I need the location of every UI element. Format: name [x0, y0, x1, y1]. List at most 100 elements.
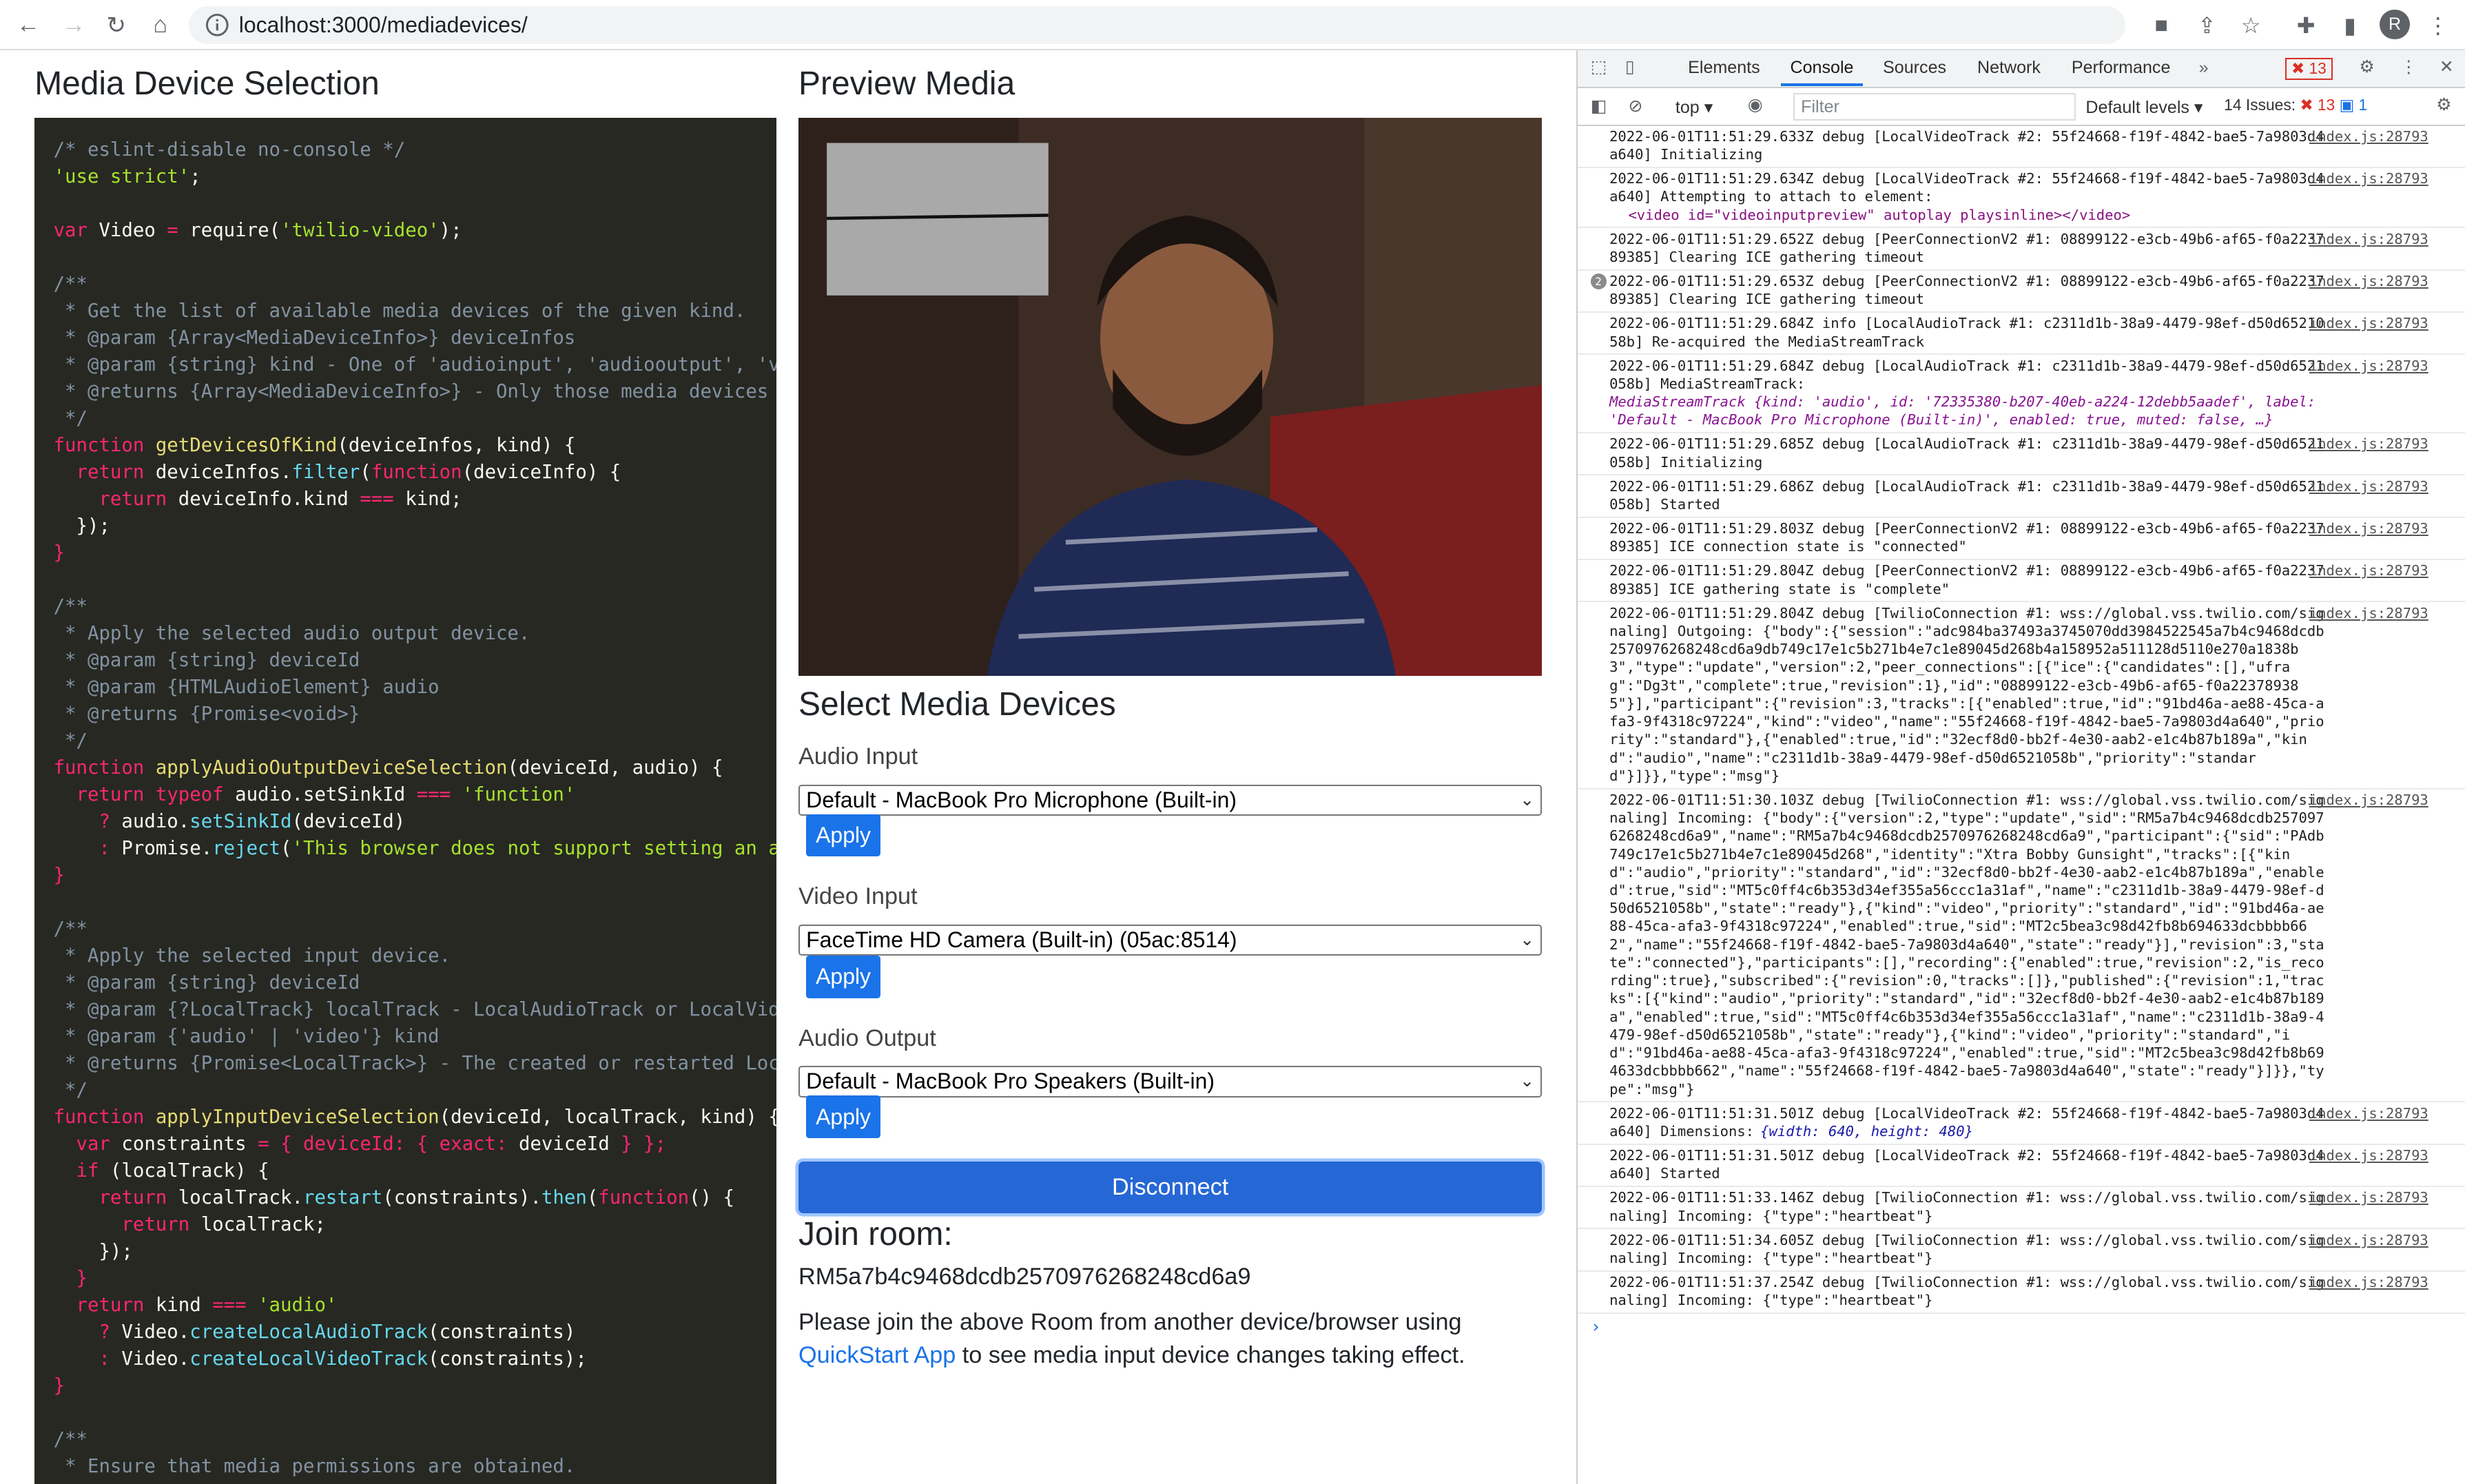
issues-button[interactable]: 14 Issues: ✖ 13 ▣ 1	[2224, 96, 2367, 114]
source-link[interactable]: index.js:28793	[2309, 1188, 2428, 1206]
clear-console-icon[interactable]: ⊘	[1628, 96, 1642, 116]
apply-audio-output-button[interactable]: Apply	[806, 1095, 880, 1138]
more-tabs-icon[interactable]: »	[2199, 58, 2209, 78]
code-token: * @returns {Promise<void>}	[53, 703, 360, 725]
home-icon[interactable]: ⌂	[145, 10, 176, 41]
forward-icon[interactable]: →	[58, 10, 90, 41]
video-input-select[interactable]: FaceTime HD Camera (Built-in) (05ac:8514…	[798, 924, 1543, 956]
profile-avatar[interactable]: R	[2380, 9, 2410, 40]
error-count-badge[interactable]: ✖ 13	[2285, 58, 2333, 80]
code-line: * @param {HTMLAudioElement} audio	[34, 674, 776, 701]
console-entry: 2022-06-01T11:51:29.804Z debug [TwilioCo…	[1578, 602, 2465, 790]
object-preview[interactable]: {width: 640, height: 480}	[1760, 1123, 1973, 1140]
filter-input[interactable]: Filter	[1793, 92, 2076, 121]
object-preview[interactable]: MediaStreamTrack {kind: 'audio', id: '72…	[1609, 393, 2324, 429]
code-line: }	[34, 862, 776, 889]
source-link[interactable]: index.js:28793	[2309, 477, 2428, 495]
code-token: .	[291, 1187, 303, 1209]
console-entry: 2022-06-01T11:51:33.146Z debug [TwilioCo…	[1578, 1187, 2465, 1230]
device-toolbar-icon[interactable]: ▯	[1625, 56, 1635, 77]
audio-output-select[interactable]: Default - MacBook Pro Speakers (Built-in…	[798, 1065, 1543, 1097]
source-link[interactable]: index.js:28793	[2309, 169, 2428, 187]
source-link[interactable]: index.js:28793	[2309, 1146, 2428, 1164]
source-link[interactable]: index.js:28793	[2309, 1231, 2428, 1249]
more-menu-icon[interactable]: ⋮	[2422, 10, 2454, 41]
bookmark-star-icon[interactable]: ☆	[2235, 10, 2267, 41]
context-select[interactable]: top ▾	[1675, 97, 1713, 118]
sidebar-toggle-icon[interactable]: ◧	[1591, 96, 1607, 116]
camera-icon[interactable]: ■	[2145, 10, 2177, 41]
code-line: * @param {?LocalTrack} localTrack - Loca…	[34, 996, 776, 1023]
info-icon[interactable]	[205, 12, 230, 38]
share-icon[interactable]: ⇪	[2191, 10, 2223, 41]
console-entry: 2022-06-01T11:51:29.804Z debug [PeerConn…	[1578, 560, 2465, 603]
code-token: (	[428, 1348, 440, 1370]
settings-icon[interactable]: ⚙	[2359, 56, 2374, 77]
source-link[interactable]: index.js:28793	[2309, 435, 2428, 453]
code-token: /**	[53, 1429, 87, 1451]
source-link[interactable]: index.js:28793	[2309, 561, 2428, 579]
code-token: ) {	[689, 757, 723, 779]
back-icon[interactable]: ←	[12, 10, 44, 41]
code-token: );	[564, 1348, 587, 1370]
code-token: var	[53, 220, 87, 242]
disconnect-button[interactable]: Disconnect	[798, 1162, 1543, 1214]
code-token: * @param {string} deviceId	[53, 650, 360, 672]
code-line: return deviceInfo.kind === kind;	[34, 486, 776, 513]
quickstart-link[interactable]: QuickStart App	[798, 1342, 956, 1368]
tab-console[interactable]: Console	[1780, 58, 1864, 86]
console-settings-icon[interactable]: ⚙	[2436, 94, 2451, 115]
source-link[interactable]: index.js:28793	[2309, 791, 2428, 809]
code-token: =	[167, 220, 178, 242]
console-message: 2022-06-01T11:51:34.605Z debug [TwilioCo…	[1609, 1231, 2324, 1266]
console-entry: 2022-06-01T11:51:29.634Z debug [LocalVid…	[1578, 168, 2465, 229]
console-entry: 2022-06-01T11:51:29.684Z info [LocalAudi…	[1578, 313, 2465, 355]
console-message: 2022-06-01T11:51:29.686Z debug [LocalAud…	[1609, 477, 2324, 513]
source-link[interactable]: index.js:28793	[2309, 1104, 2428, 1122]
devtools-menu-icon[interactable]: ⋮	[2400, 56, 2417, 77]
source-link[interactable]: index.js:28793	[2309, 1273, 2428, 1291]
tab-elements[interactable]: Elements	[1688, 58, 1760, 78]
join-instructions: Please join the above Room from another …	[798, 1306, 1545, 1372]
html-element-preview[interactable]: <video id="videoinputpreview" autoplay p…	[1609, 206, 2324, 224]
tab-performance[interactable]: Performance	[2072, 58, 2171, 78]
source-link[interactable]: index.js:28793	[2309, 357, 2428, 375]
code-token: filter	[291, 462, 360, 484]
code-token: constraints	[439, 1321, 564, 1343]
console-entry: 2022-06-01T11:51:29.685Z debug [LocalAud…	[1578, 433, 2465, 476]
source-link[interactable]: index.js:28793	[2309, 127, 2428, 145]
source-link[interactable]: index.js:28793	[2309, 519, 2428, 537]
code-token: /* eslint-disable no-console */	[53, 139, 406, 161]
extensions-icon[interactable]: ✚	[2290, 10, 2322, 41]
close-icon[interactable]: ✕	[2440, 56, 2454, 77]
eye-icon[interactable]: ◉	[1748, 94, 1763, 115]
code-token: 'function'	[451, 784, 576, 806]
sidebar-icon[interactable]: ▮	[2334, 10, 2366, 41]
address-bar[interactable]: localhost:3000/mediadevices/	[188, 6, 2125, 44]
devtools-panel: ⬚ ▯ Elements Console Sources Network Per…	[1576, 50, 2465, 1484]
code-line: ? Video.createLocalAudioTrack(constraint…	[34, 1319, 776, 1346]
code-token: Video	[87, 220, 167, 242]
source-link[interactable]: index.js:28793	[2309, 230, 2428, 248]
apply-video-input-button[interactable]: Apply	[806, 956, 880, 998]
console-message: 2022-06-01T11:51:33.146Z debug [TwilioCo…	[1609, 1189, 2324, 1224]
code-line: function getDevicesOfKind(deviceInfos, k…	[34, 432, 776, 459]
audio-input-select[interactable]: Default - MacBook Pro Microphone (Built-…	[798, 784, 1543, 816]
code-token: /**	[53, 918, 87, 940]
code-token: * Get the list of available media device…	[53, 300, 746, 322]
tab-network[interactable]: Network	[1977, 58, 2041, 78]
apply-audio-input-button[interactable]: Apply	[806, 814, 880, 857]
source-link[interactable]: index.js:28793	[2309, 604, 2428, 622]
code-token: * @param {HTMLAudioElement} audio	[53, 677, 440, 699]
source-link[interactable]: index.js:28793	[2309, 314, 2428, 332]
code-token: (	[99, 1160, 122, 1182]
reload-icon[interactable]: ↻	[101, 10, 132, 41]
inspect-icon[interactable]: ⬚	[1591, 56, 1607, 77]
source-link[interactable]: index.js:28793	[2309, 272, 2428, 290]
console-prompt-icon[interactable]: ›	[1578, 1314, 2464, 1340]
console-entry: 2022-06-01T11:51:29.652Z debug [PeerConn…	[1578, 228, 2465, 271]
log-levels-select[interactable]: Default levels ▾	[2085, 97, 2203, 118]
tab-sources[interactable]: Sources	[1883, 58, 1946, 78]
